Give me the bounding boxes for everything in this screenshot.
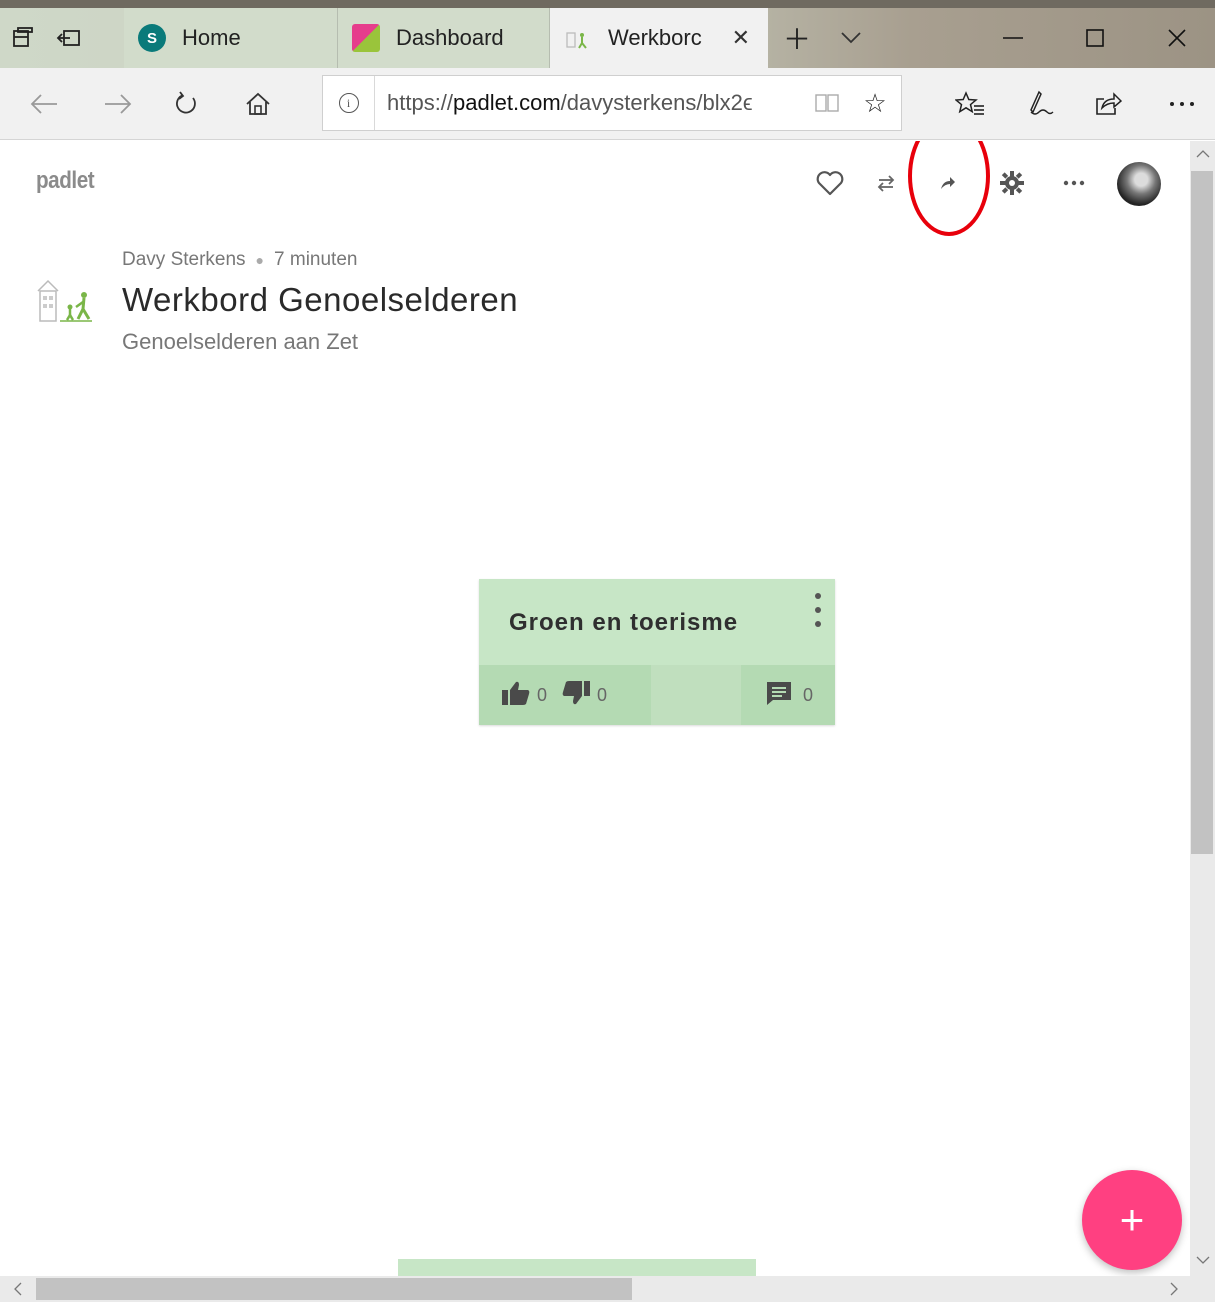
forward-button[interactable] bbox=[96, 82, 140, 126]
thumbs-down-icon[interactable] bbox=[561, 680, 591, 711]
post-card-partial[interactable] bbox=[398, 1259, 756, 1276]
comment-icon[interactable] bbox=[765, 680, 793, 711]
vertical-scroll-thumb[interactable] bbox=[1191, 171, 1213, 854]
thumbs-up-icon[interactable] bbox=[501, 680, 531, 711]
web-note-pen-icon[interactable] bbox=[1018, 82, 1062, 126]
comments-count: 0 bbox=[802, 684, 813, 705]
share-page-icon[interactable] bbox=[1086, 82, 1130, 126]
set-aside-tabs-icon[interactable] bbox=[46, 15, 92, 61]
tab-label: Dashboard bbox=[396, 25, 504, 50]
board-logo-icon bbox=[36, 277, 94, 327]
scrollbar-corner bbox=[1190, 1276, 1215, 1302]
minimize-button[interactable] bbox=[972, 8, 1054, 68]
author-name[interactable]: Davy Sterkens bbox=[122, 249, 246, 270]
favorite-star-icon[interactable]: ☆ bbox=[849, 88, 901, 119]
tab-label: Werkborc bbox=[608, 25, 702, 50]
tab-list-chevron-icon[interactable] bbox=[826, 8, 876, 68]
horizontal-scrollbar[interactable] bbox=[0, 1276, 1190, 1302]
padlet-logo[interactable]: padlet bbox=[36, 167, 95, 195]
scroll-down-arrow-icon[interactable] bbox=[1190, 1249, 1215, 1271]
remake-icon[interactable] bbox=[864, 161, 908, 205]
board-title: Werkbord Genoelselderen bbox=[122, 281, 519, 318]
time-ago: 7 minuten bbox=[274, 249, 358, 270]
tab-werkbord[interactable]: Werkborc ✕ bbox=[550, 8, 768, 68]
dashboard-favicon-icon bbox=[352, 24, 380, 52]
settings-more-icon[interactable] bbox=[1160, 82, 1204, 126]
more-options-icon[interactable] bbox=[1052, 161, 1096, 205]
browser-tab-strip: S Home Dashboard Werkborc ✕ ＋ bbox=[0, 0, 1215, 68]
user-avatar[interactable] bbox=[1117, 162, 1161, 206]
padlet-favicon-icon bbox=[564, 24, 592, 52]
scroll-up-arrow-icon[interactable] bbox=[1190, 143, 1215, 165]
like-heart-icon[interactable] bbox=[808, 161, 852, 205]
new-tab-button[interactable]: ＋ bbox=[772, 8, 822, 68]
maximize-button[interactable] bbox=[1054, 8, 1136, 68]
favorites-hub-icon[interactable] bbox=[948, 82, 992, 126]
board-meta: Davy Sterkens ● 7 minuten bbox=[122, 249, 358, 270]
post-footer: 0 0 0 bbox=[479, 665, 835, 725]
home-button[interactable] bbox=[236, 82, 280, 126]
site-info-icon[interactable]: i bbox=[323, 76, 375, 130]
back-button[interactable] bbox=[22, 82, 66, 126]
scroll-right-arrow-icon[interactable] bbox=[1160, 1276, 1188, 1302]
browser-toolbar: i https://padlet.com/davysterkens/blx2ϵ … bbox=[0, 68, 1215, 140]
close-tab-icon[interactable]: ✕ bbox=[732, 25, 750, 51]
tab-home[interactable]: S Home bbox=[124, 8, 338, 68]
annotation-red-circle bbox=[908, 141, 990, 236]
post-menu-icon[interactable] bbox=[809, 593, 827, 627]
settings-gear-icon[interactable] bbox=[990, 161, 1034, 205]
close-window-button[interactable] bbox=[1136, 8, 1215, 68]
refresh-button[interactable] bbox=[164, 82, 208, 126]
vertical-scrollbar[interactable] bbox=[1190, 141, 1215, 1276]
horizontal-scroll-thumb[interactable] bbox=[36, 1278, 632, 1300]
dislikes-count: 0 bbox=[597, 684, 608, 705]
add-post-button[interactable]: + bbox=[1082, 1170, 1182, 1270]
likes-count: 0 bbox=[537, 684, 548, 705]
post-title: Groen en toerisme bbox=[509, 609, 739, 636]
reading-view-icon[interactable] bbox=[805, 92, 849, 114]
sharepoint-icon: S bbox=[138, 24, 166, 52]
url-text[interactable]: https://padlet.com/davysterkens/blx2ϵ bbox=[375, 90, 805, 116]
scroll-left-arrow-icon[interactable] bbox=[4, 1276, 32, 1302]
tab-dashboard[interactable]: Dashboard bbox=[338, 8, 550, 68]
padlet-page: padlet Davy Sterkens ● 7 minuten Werkbord … bbox=[0, 141, 1190, 1276]
post-card[interactable]: Groen en toerisme 0 0 0 bbox=[479, 579, 835, 725]
board-subtitle: Genoelselderen aan Zet bbox=[122, 329, 359, 354]
address-bar[interactable]: i https://padlet.com/davysterkens/blx2ϵ … bbox=[322, 75, 902, 131]
tab-label: Home bbox=[182, 25, 241, 50]
tab-actions-icon[interactable] bbox=[0, 15, 46, 61]
